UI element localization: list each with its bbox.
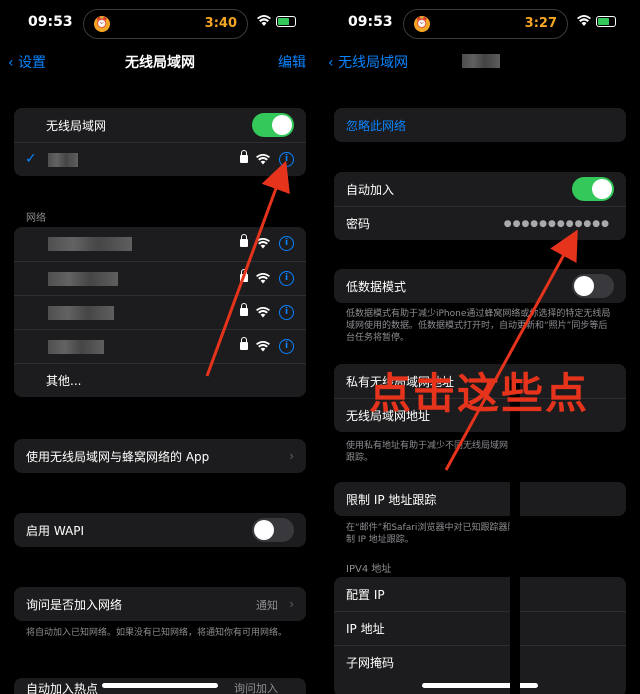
- arrow-to-password: [444, 229, 578, 471]
- arrow-to-info-icon: [205, 160, 290, 377]
- annotation-arrows: [205, 160, 578, 471]
- annotation-text: 点击这些点: [369, 369, 590, 418]
